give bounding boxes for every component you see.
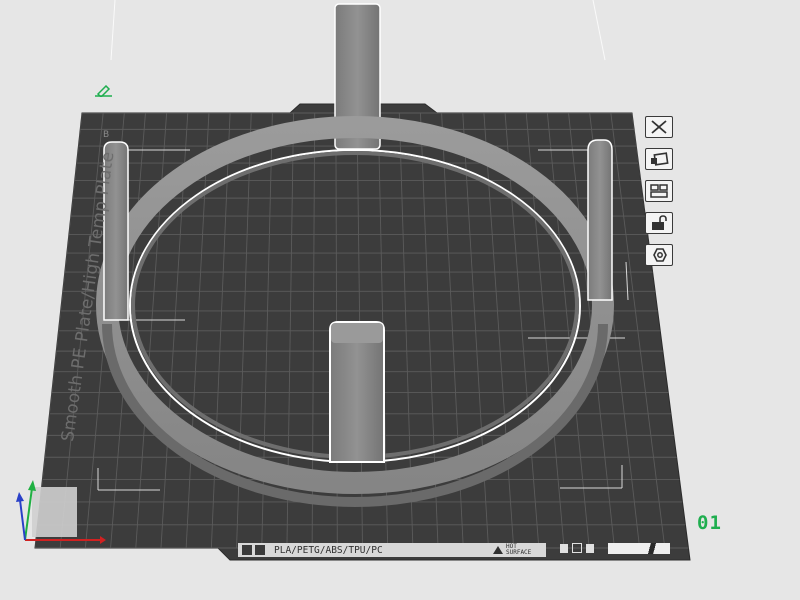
guide-line bbox=[592, 0, 606, 61]
guide-line bbox=[110, 0, 116, 61]
plate-logo-icon bbox=[242, 545, 252, 555]
settings-icon[interactable] bbox=[645, 244, 673, 266]
edit-plate-name-icon[interactable] bbox=[95, 82, 113, 101]
square-icon bbox=[572, 543, 582, 553]
hot-surface-warning: HOT SURFACE bbox=[493, 544, 540, 556]
lock-icon[interactable] bbox=[645, 212, 673, 234]
trash-icon bbox=[560, 543, 568, 553]
warning-icon bbox=[493, 546, 503, 554]
plate-toolbar bbox=[645, 116, 681, 266]
svg-text:B: B bbox=[103, 130, 109, 140]
plate-corner-icons bbox=[560, 543, 594, 553]
printer-icon bbox=[255, 545, 265, 555]
plate-index[interactable]: 01 bbox=[697, 512, 722, 534]
close-icon[interactable] bbox=[645, 116, 673, 138]
3d-viewport[interactable]: B Smooth PE Plate/High Temp Plate 01 PLA… bbox=[0, 0, 800, 600]
scene-canvas[interactable]: B bbox=[0, 0, 800, 600]
plate-label-strip: PLA/PETG/ABS/TPU/PC HOT SURFACE bbox=[238, 543, 546, 557]
plate-stripe-tag bbox=[608, 543, 670, 554]
filament-types: PLA/PETG/ABS/TPU/PC bbox=[274, 544, 383, 556]
orient-icon[interactable] bbox=[645, 148, 673, 170]
arrange-icon[interactable] bbox=[645, 180, 673, 202]
hot-surface-label: HOT SURFACE bbox=[506, 543, 532, 556]
origin-pad bbox=[32, 487, 77, 537]
trash-icon bbox=[586, 543, 594, 553]
